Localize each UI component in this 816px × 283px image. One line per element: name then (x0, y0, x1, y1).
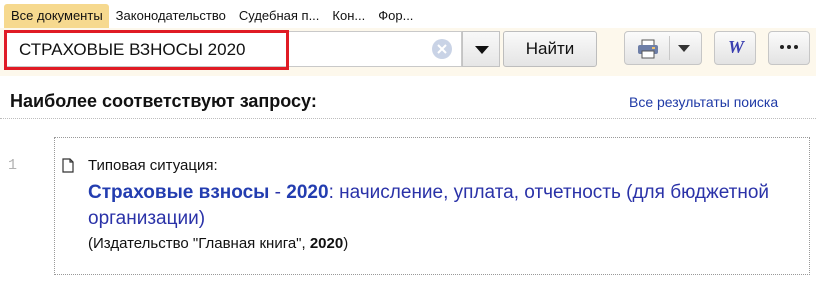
chevron-down-icon[interactable] (678, 45, 690, 52)
print-button[interactable] (624, 31, 702, 65)
tab-consultations[interactable]: Кон... (325, 4, 371, 28)
more-options-button[interactable] (768, 31, 810, 65)
more-icon (780, 45, 798, 49)
document-icon (62, 158, 74, 173)
document-tabs: Все документы Законодательство Судебная … (4, 4, 419, 28)
title-match-year: 2020 (286, 182, 329, 203)
find-button[interactable]: Найти (503, 31, 597, 67)
title-separator: - (269, 182, 287, 203)
close-icon (437, 44, 447, 54)
search-field (4, 31, 462, 67)
document-title-link[interactable]: Страховые взносы - 2020: начисление, упл… (88, 180, 788, 232)
export-to-word-button[interactable]: W (714, 31, 756, 65)
print-icon (638, 39, 658, 59)
heading-divider (0, 118, 816, 119)
document-type-label: Типовая ситуация: (88, 157, 218, 174)
word-export-icon: W (728, 37, 745, 57)
all-results-link[interactable]: Все результаты поиска (629, 94, 778, 110)
source-suffix: ) (343, 235, 349, 252)
source-year: 2020 (309, 235, 344, 252)
clear-search-button[interactable] (432, 39, 452, 59)
source-prefix: (Издательство "Главная книга", (88, 235, 310, 252)
dropdown-arrow-icon (475, 46, 489, 54)
search-input[interactable] (19, 40, 419, 60)
tab-all-documents[interactable]: Все документы (4, 4, 109, 28)
result-item: Типовая ситуация: Страховые взносы - 202… (54, 137, 810, 275)
tab-forms[interactable]: Фор... (371, 4, 419, 28)
search-options-dropdown[interactable] (462, 31, 500, 67)
document-source: (Издательство "Главная книга", 2020) (88, 235, 348, 252)
print-button-divider (669, 36, 670, 60)
tab-legislation[interactable]: Законодательство (109, 4, 232, 28)
result-number: 1 (8, 157, 18, 174)
tab-judicial-practice[interactable]: Судебная п... (232, 4, 326, 28)
title-match-term: Страховые взносы (88, 182, 270, 203)
results-heading: Наиболее соответствуют запросу: (10, 91, 317, 111)
